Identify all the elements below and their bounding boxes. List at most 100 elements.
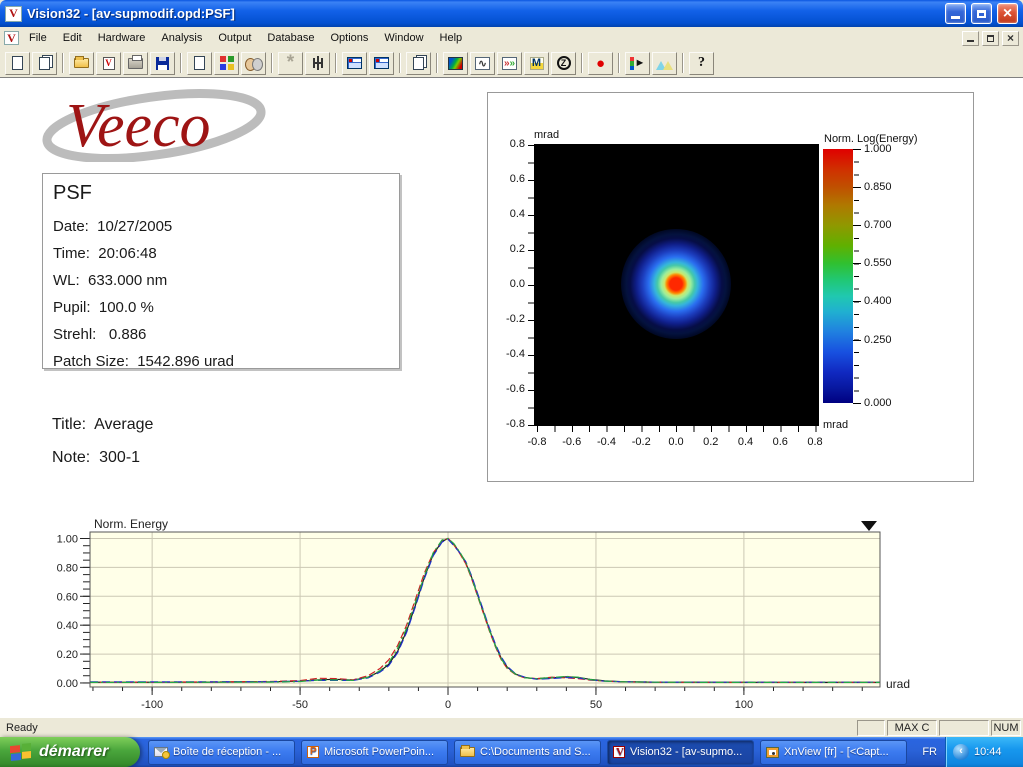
intensity-button[interactable]: * (278, 52, 303, 75)
pointer-tool-icon: ► (630, 57, 646, 70)
mdi-document-icon[interactable]: V (4, 31, 19, 45)
language-indicator[interactable]: FR (914, 746, 945, 758)
psf-info-row: Date: 10/27/2005 (53, 213, 389, 240)
status-panel-num: NUM (991, 720, 1021, 736)
print-icon (128, 58, 143, 69)
copy-data-button[interactable] (406, 52, 431, 75)
psf-2d-x-tick-label: -0.2 (626, 436, 656, 448)
colorbar-tick-label: 0.250 (864, 334, 892, 346)
profile-plot-icon: ∿ (475, 57, 490, 70)
record-button[interactable]: ● (588, 52, 613, 75)
taskbar-button-folder[interactable]: C:\Documents and S... (454, 740, 601, 765)
profile-x-axis-unit: urad (886, 677, 910, 691)
hide-tray-icons-button[interactable]: ‹ (953, 744, 969, 760)
open-dataset-button[interactable]: V (96, 52, 121, 75)
menu-output[interactable]: Output (210, 29, 259, 47)
analyze-button[interactable]: Z (551, 52, 576, 75)
psf-2d-x-axis-unit: mrad (823, 419, 848, 431)
psf-2d-plot-panel: mrad 0.80.60.40.20.0-0.2-0.4-0.6-0.8 -0.… (487, 92, 974, 482)
taskbar-button-xnview[interactable]: XnView [fr] - [<Capt... (760, 740, 907, 765)
xnview-icon (766, 747, 779, 758)
svg-text:-50: -50 (292, 699, 308, 709)
psf-info-row: Strehl: 0.886 (53, 321, 389, 348)
measure-options-button[interactable] (214, 52, 239, 75)
close-button[interactable] (997, 3, 1018, 24)
restore-button[interactable] (971, 3, 992, 24)
folder-icon (460, 747, 475, 757)
menu-window[interactable]: Window (376, 29, 431, 47)
titlebar: V Vision32 - [av-supmodif.opd:PSF] (0, 0, 1023, 27)
psf-info-row: Time: 20:06:48 (53, 240, 389, 267)
mdi-restore-button[interactable] (982, 31, 999, 46)
menu-analysis[interactable]: Analysis (153, 29, 210, 47)
psf-2d-image[interactable] (534, 144, 819, 426)
mask-editor-button[interactable] (241, 52, 266, 75)
psf-2d-y-tick-label: -0.6 (488, 383, 525, 395)
new-document-button[interactable] (5, 52, 30, 75)
svg-text:0.40: 0.40 (57, 620, 78, 632)
vector-plot-button[interactable] (497, 52, 522, 75)
status-panel (939, 720, 989, 736)
save-button[interactable] (150, 52, 175, 75)
veeco-logo-graphic: Veeco (36, 82, 280, 162)
window-title: Vision32 - [av-supmodif.opd:PSF] (27, 6, 940, 21)
pointer-tool-button[interactable]: ► (625, 52, 650, 75)
vision32-app-icon[interactable]: V (5, 6, 22, 22)
psf-2d-y-tick-label: 0.6 (488, 173, 525, 185)
toolbar-separator (682, 53, 684, 73)
measure-button[interactable]: M (524, 52, 549, 75)
psf-2d-x-tick-label: 0.6 (765, 436, 795, 448)
record-icon: ● (596, 55, 605, 72)
filter-icon (312, 56, 324, 70)
menu-options[interactable]: Options (322, 29, 376, 47)
taskbar-button-label: Boîte de réception - ... (173, 746, 281, 758)
surface-plot-button[interactable] (443, 52, 468, 75)
new-data-window-button[interactable] (187, 52, 212, 75)
help-button[interactable]: ? (689, 52, 714, 75)
display-window-1-button[interactable] (342, 52, 367, 75)
colorbar-tick (853, 187, 861, 188)
profile-plot-button[interactable]: ∿ (470, 52, 495, 75)
svg-text:0: 0 (445, 699, 451, 709)
psf-heading: PSF (53, 182, 389, 205)
menu-database[interactable]: Database (259, 29, 322, 47)
surface-plot-icon (448, 57, 463, 70)
veeco-logo-text: Veeco (66, 92, 211, 160)
taskbar-button-label: XnView [fr] - [<Capt... (784, 746, 889, 758)
psf-2d-y-tick-label: -0.8 (488, 418, 525, 430)
title-line: Title: Average (52, 416, 153, 434)
print-button[interactable] (123, 52, 148, 75)
svg-text:0.60: 0.60 (57, 591, 78, 603)
taskbar-button-vision32[interactable]: Vision32 - [av-supmo... (607, 740, 754, 765)
colorbar-tick (853, 225, 861, 226)
open-dataset-icon: V (103, 57, 115, 70)
toolbar-separator (335, 53, 337, 73)
statusbar: Ready MAX CNUM (0, 717, 1023, 737)
psf-2d-x-tick-label: 0.0 (661, 436, 691, 448)
open-file-icon (74, 58, 89, 68)
menu-file[interactable]: File (21, 29, 55, 47)
system-tray: ‹ 10:44 (945, 737, 1023, 767)
new-multi-document-button[interactable] (32, 52, 57, 75)
mdi-close-button[interactable] (1002, 31, 1019, 46)
display-window-2-button[interactable] (369, 52, 394, 75)
filter-button[interactable] (305, 52, 330, 75)
minimize-button[interactable] (945, 3, 966, 24)
menu-help[interactable]: Help (432, 29, 471, 47)
menu-hardware[interactable]: Hardware (90, 29, 154, 47)
menu-edit[interactable]: Edit (55, 29, 90, 47)
display-window-1-icon (347, 57, 362, 69)
copy-data-icon (413, 57, 424, 70)
process-button[interactable] (652, 52, 677, 75)
mdi-minimize-button[interactable] (962, 31, 979, 46)
start-button[interactable]: démarrer (0, 737, 140, 767)
status-message: Ready (2, 722, 855, 734)
taskbar-button-outlook[interactable]: Boîte de réception - ... (148, 740, 295, 765)
taskbar-button-label: Microsoft PowerPoin... (324, 746, 434, 758)
toolbar-separator (62, 53, 64, 73)
svg-text:100: 100 (735, 699, 753, 709)
open-file-button[interactable] (69, 52, 94, 75)
taskbar-button-powerpoint[interactable]: Microsoft PowerPoin... (301, 740, 448, 765)
profile-chart[interactable]: -100-500501001.000.800.600.400.200.00 (52, 529, 900, 709)
psf-2d-x-tick-label: 0.8 (800, 436, 830, 448)
